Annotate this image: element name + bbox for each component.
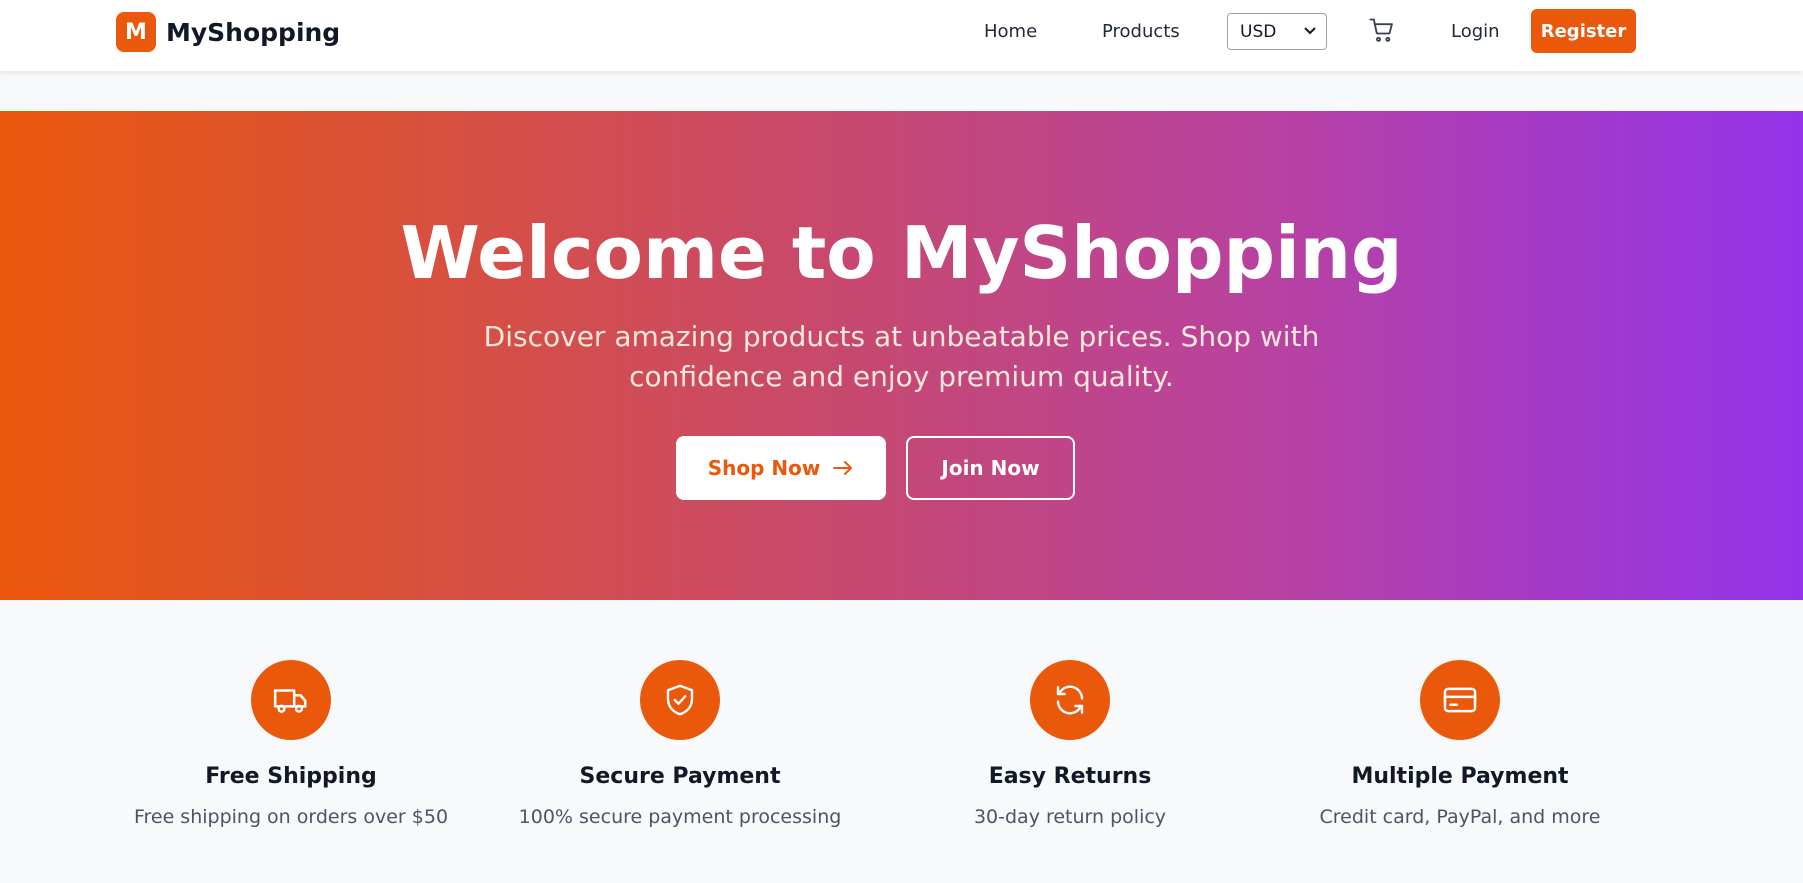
feature-description: 30-day return policy xyxy=(973,806,1167,828)
feature-item: Easy Returns 30-day return policy xyxy=(890,660,1250,830)
brand-link[interactable]: M MyShopping xyxy=(116,12,340,52)
navbar: M MyShopping Home Products USD Login Reg… xyxy=(0,0,1803,71)
join-now-button[interactable]: Join Now xyxy=(906,436,1075,500)
refresh-icon xyxy=(1030,660,1110,740)
cart-icon xyxy=(1368,16,1396,48)
nav-products-link[interactable]: Products xyxy=(1102,20,1180,44)
feature-title: Free Shipping xyxy=(205,764,377,789)
hero-subtitle: Discover amazing products at unbeatable … xyxy=(483,320,1320,393)
credit-card-icon xyxy=(1420,660,1500,740)
feature-title: Multiple Payment xyxy=(1351,764,1569,789)
feature-description: 100% secure payment processing xyxy=(518,806,842,828)
hero-title: Welcome to MyShopping xyxy=(400,211,1403,295)
cart-button[interactable] xyxy=(1366,16,1398,48)
shop-now-button[interactable]: Shop Now xyxy=(676,436,886,500)
feature-item: Free Shipping Free shipping on orders ov… xyxy=(111,660,471,830)
brand-name: MyShopping xyxy=(166,17,341,47)
chevron-down-icon xyxy=(1304,24,1316,39)
arrow-right-icon xyxy=(832,460,854,476)
currency-select-value: USD xyxy=(1240,21,1277,42)
feature-item: Secure Payment 100% secure payment proce… xyxy=(500,660,860,830)
shield-check-icon xyxy=(640,660,720,740)
currency-select[interactable]: USD xyxy=(1227,13,1327,50)
shop-now-label: Shop Now xyxy=(707,456,821,480)
feature-item: Multiple Payment Credit card, PayPal, an… xyxy=(1280,660,1640,830)
feature-description: Free shipping on orders over $50 xyxy=(133,806,449,828)
brand-logo-icon: M xyxy=(116,12,156,52)
register-button[interactable]: Register xyxy=(1531,9,1636,53)
feature-title: Secure Payment xyxy=(579,764,781,789)
nav-home-link[interactable]: Home xyxy=(984,20,1037,44)
nav-login-link[interactable]: Login xyxy=(1451,20,1500,44)
hero-section: Welcome to MyShopping Discover amazing p… xyxy=(0,111,1803,600)
truck-icon xyxy=(251,660,331,740)
feature-description: Credit card, PayPal, and more xyxy=(1319,806,1601,828)
features-section: Free Shipping Free shipping on orders ov… xyxy=(0,600,1803,883)
feature-title: Easy Returns xyxy=(988,764,1152,789)
